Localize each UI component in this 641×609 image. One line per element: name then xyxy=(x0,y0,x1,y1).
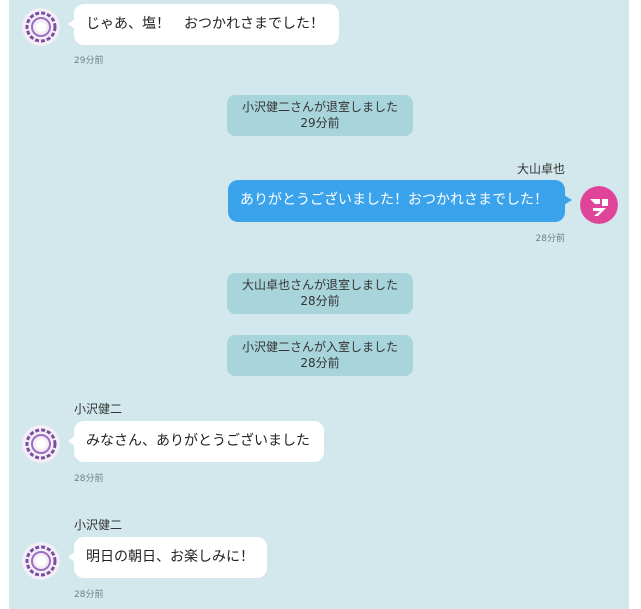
sender-name: 小沢健二 xyxy=(74,402,123,416)
system-message-time: 29分前 xyxy=(300,116,340,130)
system-message-text: 大山卓也さんが退室しました xyxy=(241,278,398,292)
message-bubble[interactable]: みなさん、ありがとうございました xyxy=(68,421,324,462)
message-bubble[interactable]: 明日の朝日、お楽しみに！ xyxy=(68,537,267,578)
message-text: ありがとうございました！おつかれさまでした！ xyxy=(240,192,548,208)
system-message-text: 小沢健二さんが退室しました xyxy=(241,100,398,114)
system-message-time: 28分前 xyxy=(300,294,340,308)
message-text: じゃあ、塩！ おつかれさまでした！ xyxy=(86,16,324,32)
pink-logo-avatar-icon[interactable] xyxy=(580,186,618,224)
chat-log: じゃあ、塩！ おつかれさまでした！ 29分前 小沢健二さんが退室しました 29分… xyxy=(9,0,629,609)
message-time: 28分前 xyxy=(74,590,104,600)
message-time: 29分前 xyxy=(74,56,104,66)
message-time: 28分前 xyxy=(74,474,104,484)
sender-name: 大山卓也 xyxy=(516,162,565,176)
ornament-avatar-icon[interactable] xyxy=(22,8,60,46)
system-message: 大山卓也さんが退室しました 28分前 xyxy=(227,273,413,314)
message-time: 28分前 xyxy=(535,234,565,244)
message-text: 明日の朝日、お楽しみに！ xyxy=(86,549,254,565)
ornament-avatar-icon[interactable] xyxy=(22,542,60,580)
sender-name: 小沢健二 xyxy=(74,518,123,532)
system-message-time: 28分前 xyxy=(300,356,340,370)
system-message: 小沢健二さんが入室しました 28分前 xyxy=(227,335,413,376)
own-message-bubble[interactable]: ありがとうございました！おつかれさまでした！ xyxy=(228,180,572,222)
ornament-avatar-icon[interactable] xyxy=(22,425,60,463)
message-bubble[interactable]: じゃあ、塩！ おつかれさまでした！ xyxy=(68,4,339,45)
message-text: みなさん、ありがとうございました xyxy=(86,433,310,449)
system-message: 小沢健二さんが退室しました 29分前 xyxy=(227,95,413,136)
system-message-text: 小沢健二さんが入室しました xyxy=(241,340,398,354)
